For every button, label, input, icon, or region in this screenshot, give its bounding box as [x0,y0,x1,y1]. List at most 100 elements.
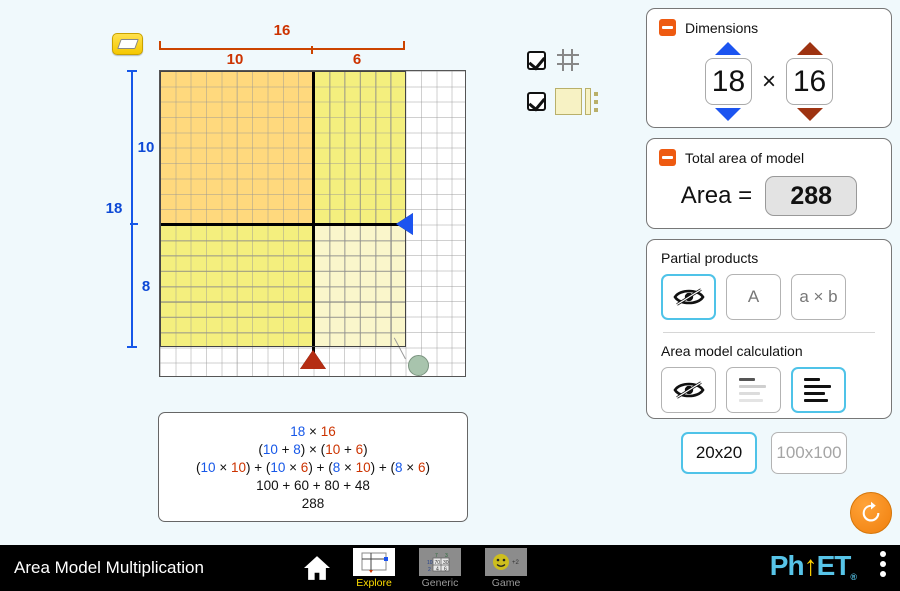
region-8x6 [313,224,406,348]
svg-text:+2: +2 [512,560,520,566]
calculation-line-1: 18 × 16 [290,423,336,439]
horizontal-partition-handle[interactable] [395,212,413,235]
tab-thumb-explore [353,547,395,576]
partial-products-option-product[interactable]: A [726,274,781,320]
phet-logo-registered: ® [850,572,857,582]
area-equals-label: Area = [680,182,753,209]
partial-products-options: A a × b [661,274,877,320]
factor1-value[interactable]: 18 [704,58,752,105]
tab-game[interactable]: +2 Game [480,547,532,589]
region-10x6 [313,71,406,225]
svg-text:2: 2 [428,567,431,573]
size-button-100x100[interactable]: 100x100 [771,432,847,474]
tab-explore[interactable]: Explore [348,547,400,589]
factor2-decrement-button[interactable] [796,108,823,121]
grid-size-buttons: 20x20 100x100 [681,432,847,474]
tab-generic[interactable]: 7 3 10 2 70 30 4 6 Generic [414,547,466,589]
horizontal-partition-line [160,223,406,226]
panel-divider [663,332,875,333]
phet-logo-arrow: ↑ [803,550,818,581]
region-10x10 [160,71,314,225]
vruler-tick-end [127,346,137,348]
phet-logo-part2: ET [816,550,852,581]
ruler-bar [159,48,405,50]
counting-tiles-icon [555,88,599,115]
eye-slash-icon [672,285,706,309]
ruler-tick-start [159,41,161,50]
width-right-part-label: 6 [352,51,362,68]
factor2-spinner: 16 [786,42,833,121]
sim-title: Area Model Multiplication [14,558,204,577]
svg-text:10: 10 [427,560,433,566]
dimensions-picker: 18 × 16 [659,42,879,121]
eraser-button[interactable] [112,33,143,55]
area-model-grid[interactable] [159,70,466,377]
home-icon [304,556,330,580]
calculation-option-faded[interactable] [726,367,781,413]
total-area-panel-title: Total area of model [685,149,805,166]
svg-text:30: 30 [443,560,449,566]
factor1-spinner: 18 [704,42,752,121]
nav-tabs: Explore 7 3 10 2 70 30 4 6 Generic +2 Ga… [300,545,532,591]
calculation-line-3: (10 × 10) + (10 × 6) + (8 × 10) + (8 × 6… [196,459,430,475]
phet-logo-part1: Ph [769,550,805,581]
area-model-calculation-label: Area model calculation [661,343,803,359]
refresh-icon [862,501,880,522]
checkbox-counting-tiles[interactable] [527,88,599,115]
partial-products-option-hidden[interactable] [661,274,716,320]
svg-text:6: 6 [444,566,447,572]
svg-text:70: 70 [435,560,441,566]
dimensions-panel: Dimensions 18 × 16 [646,8,892,128]
size-button-20x20[interactable]: 20x20 [681,432,757,474]
vertical-partition-handle[interactable] [299,350,326,370]
calculation-line-4: 100 + 60 + 80 + 48 [256,477,370,493]
calculation-option-hidden[interactable] [661,367,716,413]
factor1-decrement-button[interactable] [715,108,742,121]
vertical-partition-line [312,71,315,365]
option-label-A: A [747,287,760,306]
height-total-label: 18 [105,200,123,217]
partial-products-panel: Partial products A a × b Area model calc… [646,239,892,419]
collapse-icon-dimensions[interactable] [659,19,676,36]
multiplication-operator: × [761,67,776,95]
lines-icon [738,378,769,402]
calculation-option-solid[interactable] [791,367,846,413]
tab-thumb-game: +2 [485,547,527,576]
vruler-tick-start [127,70,137,72]
eye-slash-icon [672,378,706,402]
calculation-line-2: (10 + 8) × (10 + 6) [258,441,368,457]
reset-all-button[interactable] [850,492,892,534]
ruler-tick-end [403,41,405,50]
tab-label-game: Game [491,576,521,589]
navbar: Area Model Multiplication Explore 7 3 10… [0,545,900,591]
option-label-axb: a × b [799,287,838,306]
factor2-increment-button[interactable] [796,42,823,55]
collapse-icon-total-area[interactable] [659,149,676,166]
vruler-tick-mid [130,223,138,225]
total-area-display: Area = 288 [659,176,879,216]
tab-label-explore: Explore [356,576,392,589]
area-value: 288 [765,176,858,216]
tab-thumb-generic: 7 3 10 2 70 30 4 6 [419,547,461,576]
checkbox-box-grid-lines[interactable] [527,50,546,70]
checkbox-box-counting-tiles[interactable] [527,92,546,111]
total-area-panel-header: Total area of model [659,149,879,166]
resize-handle[interactable] [407,355,429,377]
partial-products-option-factors[interactable]: a × b [791,274,846,320]
dimensions-panel-title: Dimensions [685,19,759,36]
region-8x10 [160,224,314,348]
phet-logo[interactable]: Ph↑ET® [769,550,857,582]
kebab-menu-icon[interactable] [880,551,886,577]
area-model-calculation-box: 18 × 16 (10 + 8) × (10 + 6) (10 × 10) + (1… [158,412,468,522]
horizontal-ruler [159,40,405,54]
width-total-label: 16 [273,22,291,39]
factor1-increment-button[interactable] [715,42,742,55]
lines-icon [803,378,834,402]
checkbox-grid-lines[interactable] [527,47,581,73]
grid-lines-icon [555,47,581,73]
home-button[interactable] [300,551,334,585]
partial-products-label: Partial products [661,250,759,266]
dimensions-panel-header: Dimensions [659,19,879,36]
area-model-calculation-options [661,367,877,413]
factor2-value[interactable]: 16 [786,58,833,105]
